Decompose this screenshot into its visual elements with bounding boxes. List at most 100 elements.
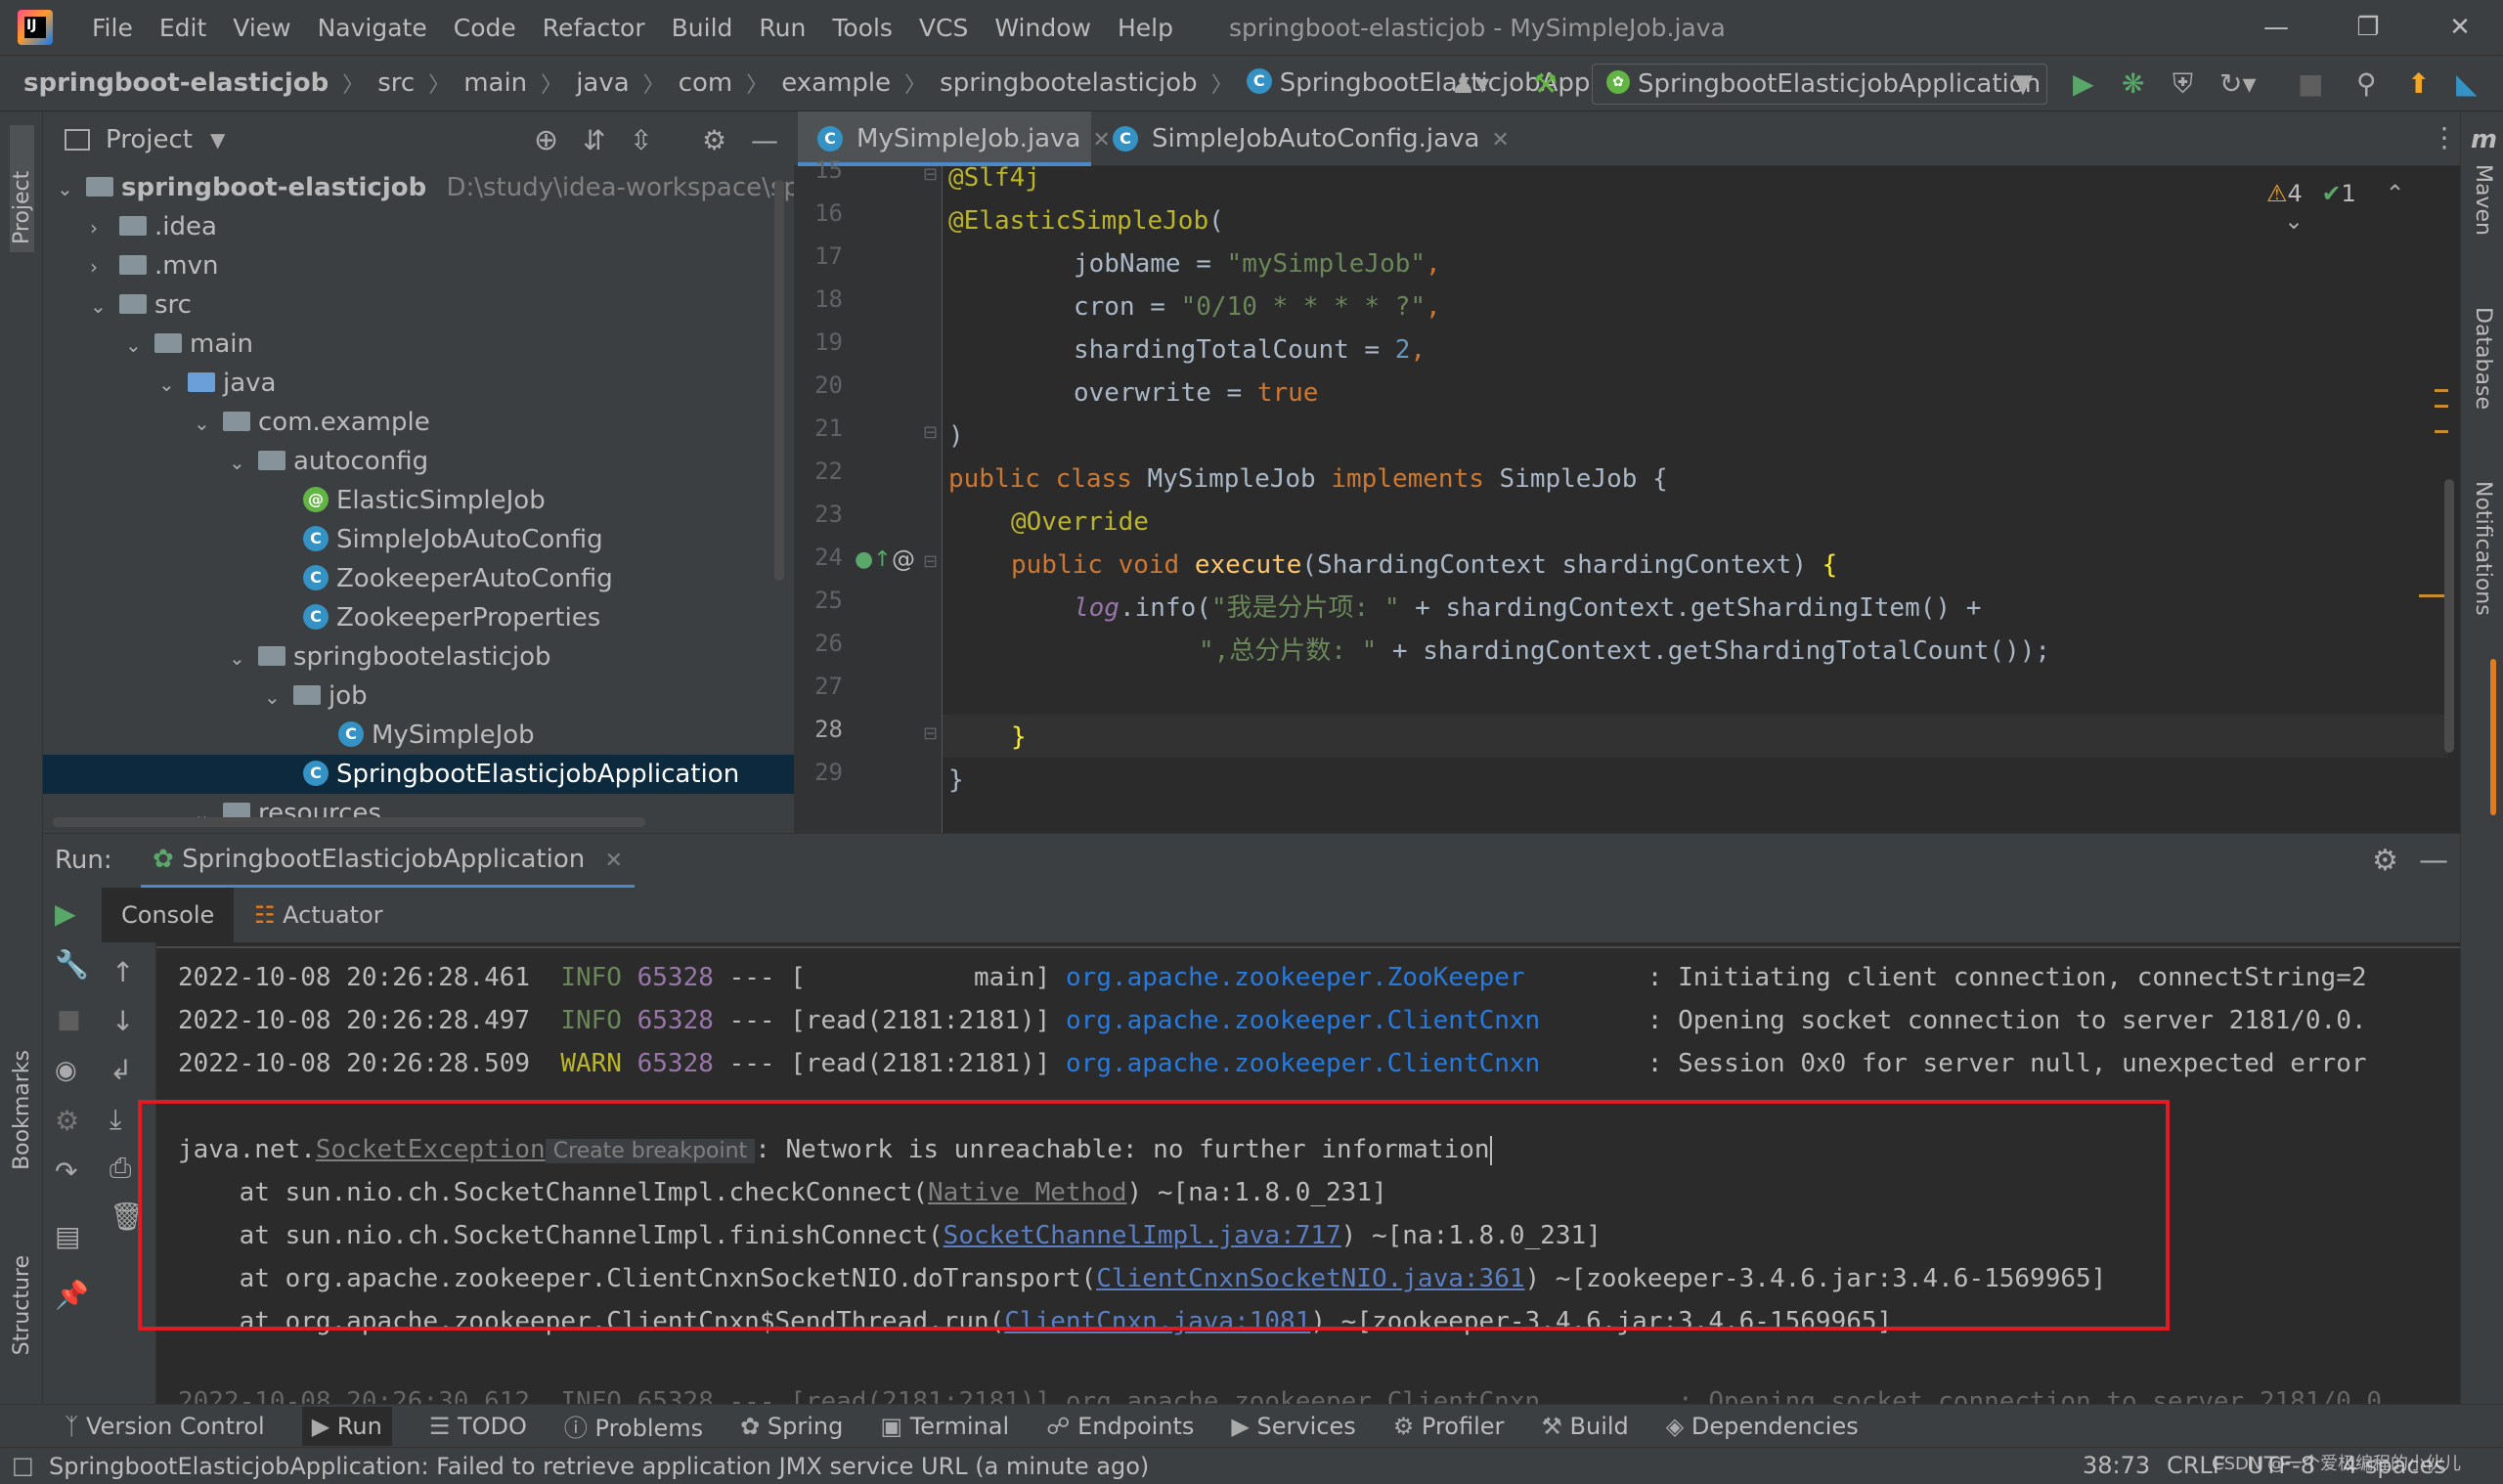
stop-icon[interactable]: ■ bbox=[57, 1005, 81, 1034]
pin-icon[interactable]: 📌 bbox=[55, 1279, 89, 1311]
tree-node-springbootelasticjob[interactable]: ⌄ springbootelasticjob bbox=[229, 637, 551, 677]
run-tab-application[interactable]: ✿ SpringbootElasticjobApplication ✕ bbox=[141, 834, 635, 889]
breadcrumb-src[interactable]: src bbox=[377, 68, 415, 98]
gear-icon[interactable]: ⚙ bbox=[2372, 844, 2398, 878]
tree-node-project-root[interactable]: ⌄ springboot-elasticjob D:\study\idea-wor… bbox=[57, 168, 794, 207]
tool-terminal[interactable]: ▣ Terminal bbox=[880, 1413, 1009, 1440]
chevron-down-icon[interactable]: ▼ bbox=[210, 128, 225, 152]
close-tab-icon[interactable]: ✕ bbox=[1491, 128, 1509, 153]
layout-icon[interactable]: ▤ bbox=[55, 1220, 80, 1252]
minimize-icon[interactable]: — bbox=[2257, 10, 2296, 45]
menu-code[interactable]: Code bbox=[454, 14, 516, 42]
close-tab-icon[interactable]: ✕ bbox=[605, 849, 623, 873]
menu-vcs[interactable]: VCS bbox=[919, 14, 968, 42]
collapse-all-icon[interactable]: ⇳ bbox=[630, 124, 652, 156]
tool-version-control[interactable]: ᛉ Version Control bbox=[65, 1413, 265, 1440]
menu-help[interactable]: Help bbox=[1118, 14, 1173, 42]
chevron-down-icon[interactable]: ⌄ bbox=[2284, 207, 2304, 235]
menu-edit[interactable]: Edit bbox=[159, 14, 206, 42]
tool-services[interactable]: ▶ Services bbox=[1231, 1413, 1355, 1440]
chevron-down-icon[interactable]: ⌄ bbox=[57, 169, 86, 208]
close-icon[interactable]: ✕ bbox=[2440, 10, 2480, 45]
notifications-tool-window-button[interactable]: Notifications bbox=[2471, 481, 2495, 616]
error-stripe-mark[interactable] bbox=[2435, 405, 2448, 408]
scroll-to-end-icon[interactable]: ⤓ bbox=[110, 1103, 121, 1136]
database-tool-window-button[interactable]: Database bbox=[2471, 307, 2495, 410]
tree-node-autoconfig[interactable]: ⌄ autoconfig bbox=[229, 442, 428, 481]
tool-run[interactable]: ▶ Run bbox=[301, 1406, 392, 1446]
menu-tools[interactable]: Tools bbox=[832, 14, 893, 42]
tab-console[interactable]: Console bbox=[102, 888, 235, 942]
bean-annotation-icon[interactable]: @ bbox=[892, 546, 915, 573]
error-stripe-mark[interactable] bbox=[2419, 594, 2444, 597]
breadcrumb-java[interactable]: java bbox=[576, 68, 629, 98]
tree-node-resources[interactable]: ⌄ resources bbox=[194, 794, 381, 833]
run-icon[interactable]: ▶ bbox=[2073, 67, 2094, 101]
project-hscrollbar[interactable] bbox=[53, 817, 645, 827]
arrow-down-icon[interactable]: ↓ bbox=[111, 1005, 134, 1037]
status-message[interactable]: SpringbootElasticjobApplication: Failed … bbox=[49, 1453, 1149, 1480]
update-icon[interactable]: ⬆ bbox=[2407, 67, 2430, 101]
tree-node-com-example[interactable]: ⌄ com.example bbox=[194, 403, 430, 442]
status-toggle-icon[interactable]: □ bbox=[12, 1452, 34, 1479]
tool-problems[interactable]: ⓘ Problems bbox=[564, 1409, 703, 1443]
tab-simple-job-auto-config[interactable]: C SimpleJobAutoConfig.java ✕ bbox=[1093, 111, 1510, 166]
rerun-icon[interactable]: ▶ bbox=[55, 897, 76, 930]
chevron-down-icon[interactable]: ⌄ bbox=[194, 795, 223, 833]
tool-todo[interactable]: ☰ TODO bbox=[429, 1413, 527, 1440]
fold-icon[interactable]: ⊟ bbox=[923, 164, 938, 185]
chevron-right-icon[interactable]: › bbox=[90, 208, 119, 247]
breadcrumb-project[interactable]: springboot-elasticjob bbox=[23, 68, 329, 98]
tool-dependencies[interactable]: ◈ Dependencies bbox=[1666, 1413, 1859, 1440]
tree-node-zookeeper-properties[interactable]: C ZookeeperProperties bbox=[303, 598, 600, 637]
breadcrumb-com[interactable]: com bbox=[679, 68, 733, 98]
arrow-up-icon[interactable]: ↑ bbox=[111, 956, 134, 988]
restore-icon[interactable]: ❐ bbox=[2349, 10, 2388, 45]
project-panel-title[interactable]: Project bbox=[106, 125, 193, 154]
tree-node-my-simple-job[interactable]: C MySimpleJob bbox=[338, 716, 535, 755]
soft-wrap-icon[interactable]: ↲ bbox=[110, 1054, 132, 1086]
menu-refactor[interactable]: Refactor bbox=[543, 14, 645, 42]
more-tabs-icon[interactable]: ⋮ bbox=[2431, 121, 2458, 153]
menu-file[interactable]: File bbox=[92, 14, 133, 42]
chevron-down-icon[interactable]: ⌄ bbox=[125, 326, 154, 365]
fold-icon[interactable]: ⊟ bbox=[923, 551, 938, 572]
profile-icon[interactable]: ↻▾ bbox=[2219, 67, 2257, 101]
chevron-down-icon[interactable]: ⌄ bbox=[90, 286, 119, 326]
tab-actuator[interactable]: ☷ Actuator bbox=[254, 888, 383, 942]
wrench-icon[interactable]: 🔧 bbox=[55, 948, 89, 981]
bookmarks-tool-window-button[interactable]: Bookmarks bbox=[10, 1050, 34, 1170]
error-stripe-mark[interactable] bbox=[2435, 430, 2448, 433]
tool-spring[interactable]: ✿ Spring bbox=[740, 1413, 843, 1440]
tree-node-zookeeper-auto-config[interactable]: C ZookeeperAutoConfig bbox=[303, 559, 613, 598]
project-tool-window-button[interactable]: Project bbox=[10, 125, 34, 252]
tree-node-main[interactable]: ⌄ main bbox=[125, 325, 253, 364]
fold-icon[interactable]: ⊟ bbox=[923, 422, 938, 443]
hide-panel-icon[interactable]: — bbox=[2419, 844, 2448, 878]
hide-panel-icon[interactable]: — bbox=[751, 124, 778, 156]
expand-all-icon[interactable]: ⇵ bbox=[583, 124, 605, 156]
maven-tool-window-button[interactable]: Maven bbox=[2471, 164, 2495, 236]
chevron-down-icon[interactable]: ⌄ bbox=[229, 638, 258, 677]
menu-build[interactable]: Build bbox=[672, 14, 733, 42]
menu-run[interactable]: Run bbox=[759, 14, 806, 42]
fold-icon[interactable]: ⊟ bbox=[923, 723, 938, 744]
chevron-down-icon[interactable]: ⌄ bbox=[158, 365, 188, 404]
print-icon[interactable]: ⎙ bbox=[110, 1152, 131, 1185]
editor-scrollbar[interactable] bbox=[2444, 479, 2454, 753]
debug-bug-icon[interactable]: ❋ bbox=[2122, 67, 2144, 101]
editor-gutter[interactable]: 15 16 17 18 19 20 21 22 23 24 25 26 27 2… bbox=[794, 156, 943, 833]
chevron-right-icon[interactable]: › bbox=[90, 247, 119, 286]
tree-node-application[interactable]: C SpringbootElasticjobApplication bbox=[43, 755, 794, 794]
exit-icon[interactable]: ↷ bbox=[55, 1156, 77, 1188]
chevron-down-icon[interactable]: ⌄ bbox=[264, 677, 293, 717]
chevron-up-icon[interactable]: ⌃ bbox=[2385, 180, 2404, 207]
breadcrumb-package[interactable]: springbootelasticjob bbox=[940, 68, 1198, 98]
coverage-icon[interactable]: ⛨ bbox=[2173, 67, 2193, 101]
menu-navigate[interactable]: Navigate bbox=[318, 14, 427, 42]
inspection-widget[interactable]: ⚠4 ✔1 ⌃ ⌄ bbox=[2266, 180, 2448, 235]
tree-node-src[interactable]: ⌄ src bbox=[90, 285, 192, 325]
intellij-logo-icon[interactable]: IJ bbox=[18, 10, 53, 45]
tool-build[interactable]: ⚒ Build bbox=[1541, 1413, 1628, 1440]
camera-icon[interactable]: ◉ bbox=[55, 1056, 77, 1085]
